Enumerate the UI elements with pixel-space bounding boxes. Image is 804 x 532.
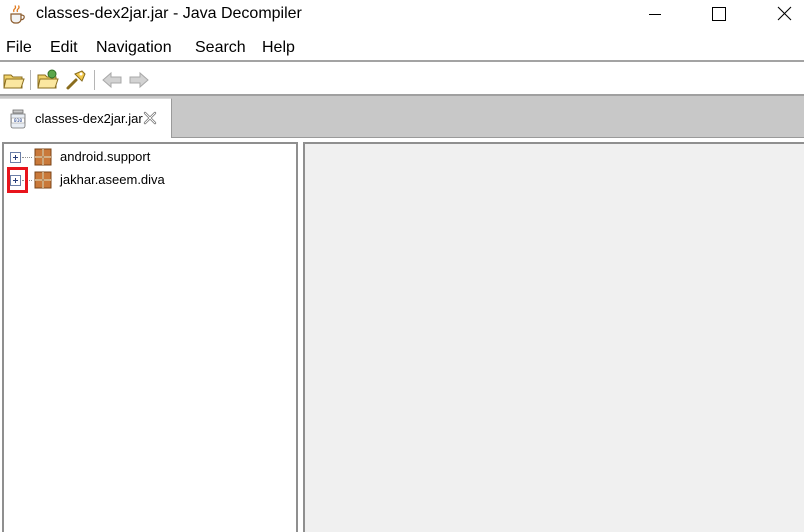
toolbar-separator: [30, 70, 31, 90]
tree-item-label: android.support: [60, 149, 151, 164]
close-button[interactable]: [760, 0, 804, 30]
package-tree[interactable]: android.support jakhar.aseem.diva: [2, 142, 298, 532]
menu-bar: File Edit Navigation Search Help: [0, 34, 804, 62]
expand-icon[interactable]: [10, 152, 21, 163]
search-button[interactable]: [64, 68, 88, 92]
tree-item-label: jakhar.aseem.diva: [60, 172, 165, 187]
tree-item[interactable]: android.support: [4, 146, 294, 168]
maximize-button[interactable]: [696, 0, 742, 30]
tree-item[interactable]: jakhar.aseem.diva: [4, 169, 294, 191]
tab-close-icon[interactable]: [142, 110, 158, 126]
content-panel: [303, 142, 804, 532]
menu-help[interactable]: Help: [262, 38, 295, 58]
highlight-annotation: [7, 167, 28, 193]
open-file-button[interactable]: [2, 68, 26, 92]
menu-edit[interactable]: Edit: [50, 38, 78, 58]
package-icon: [34, 148, 52, 166]
search-icon: [66, 70, 86, 90]
forward-arrow-icon: [129, 71, 149, 89]
minimize-icon: [649, 14, 661, 15]
forward-button[interactable]: [127, 68, 151, 92]
tab-strip: 010 classes-dex2jar.jar: [0, 96, 804, 138]
open-type-button[interactable]: [36, 68, 60, 92]
title-bar: classes-dex2jar.jar - Java Decompiler: [0, 0, 804, 30]
tab-label: classes-dex2jar.jar: [35, 111, 143, 126]
svg-text:010: 010: [14, 118, 23, 124]
package-icon: [34, 171, 52, 189]
tab-classes-dex2jar[interactable]: 010 classes-dex2jar.jar: [0, 98, 172, 138]
maximize-icon: [712, 7, 726, 21]
menu-file[interactable]: File: [6, 38, 32, 58]
coffee-cup-icon: [10, 5, 25, 24]
minimize-button[interactable]: [632, 0, 678, 30]
toolbar-separator: [94, 70, 95, 90]
open-type-icon: [37, 69, 59, 89]
menu-search[interactable]: Search: [195, 38, 246, 58]
menu-navigation[interactable]: Navigation: [96, 38, 172, 58]
back-arrow-icon: [102, 71, 122, 89]
window-title: classes-dex2jar.jar - Java Decompiler: [36, 5, 302, 22]
jar-file-icon: 010: [10, 109, 26, 129]
tree-connector: [22, 157, 32, 158]
open-file-icon: [3, 74, 25, 89]
back-button[interactable]: [100, 68, 124, 92]
toolbar: [0, 64, 804, 96]
close-icon: [777, 6, 792, 21]
